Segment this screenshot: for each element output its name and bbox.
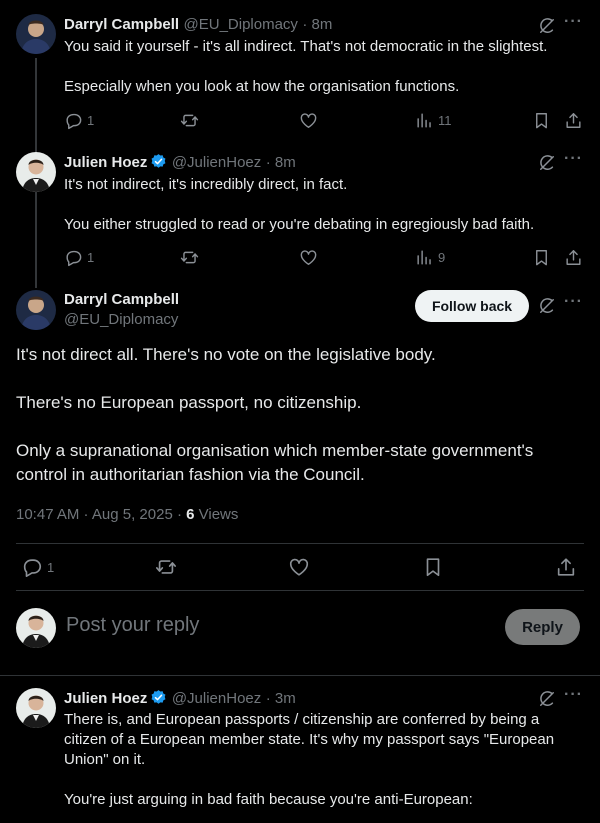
repost-icon xyxy=(180,111,199,130)
like-icon xyxy=(299,248,318,267)
post-text: It's not direct all. There's no vote on … xyxy=(16,345,534,484)
divider xyxy=(16,543,584,544)
repost-button[interactable] xyxy=(155,556,177,578)
bookmark-icon xyxy=(422,556,444,578)
divider xyxy=(16,590,584,591)
post-text: You said it yourself - it's all indirect… xyxy=(64,38,548,95)
share-button[interactable] xyxy=(564,248,583,267)
views-icon xyxy=(415,248,434,267)
more-options-icon[interactable]: ··· xyxy=(564,13,583,31)
share-icon xyxy=(564,111,583,130)
views-button[interactable]: 11 xyxy=(415,111,452,130)
post-timestamp[interactable]: 10:47 AM · Aug 5, 2025 · xyxy=(16,506,186,523)
reply-icon xyxy=(64,248,83,267)
repost-icon xyxy=(180,248,199,267)
like-icon xyxy=(299,111,318,130)
repost-button[interactable] xyxy=(180,111,199,130)
author-name[interactable]: Darryl Campbell xyxy=(64,291,179,308)
post-time[interactable]: · 3m xyxy=(266,690,296,707)
like-button[interactable] xyxy=(299,248,318,267)
avatar[interactable] xyxy=(16,688,56,728)
post-text: It's not indirect, it's incredibly direc… xyxy=(64,176,535,233)
views-count: 9 xyxy=(438,250,446,265)
bookmark-icon xyxy=(532,111,551,130)
reply-button[interactable]: 1 xyxy=(21,556,54,578)
author-handle[interactable]: @EU_Diplomacy xyxy=(184,16,298,33)
verified-badge-icon xyxy=(150,689,167,706)
follow-back-button[interactable]: Follow back xyxy=(415,290,529,322)
repost-icon xyxy=(155,556,177,578)
reply-input[interactable]: Post your reply xyxy=(66,614,199,637)
post-text: There is, and European passports / citiz… xyxy=(64,711,555,808)
reply-button[interactable]: 1 xyxy=(64,248,94,267)
bookmark-button[interactable] xyxy=(422,556,444,578)
author-name[interactable]: Julien Hoez xyxy=(64,690,147,707)
reply-icon xyxy=(21,556,43,578)
more-options-icon[interactable]: ··· xyxy=(564,150,583,168)
views-button[interactable]: 9 xyxy=(415,248,445,267)
avatar[interactable] xyxy=(16,14,56,54)
reply-button[interactable]: 1 xyxy=(64,111,94,130)
more-options-icon[interactable]: ··· xyxy=(564,686,583,704)
share-button[interactable] xyxy=(564,111,583,130)
views-count: 11 xyxy=(438,113,452,128)
post-time[interactable]: · 8m xyxy=(266,154,296,171)
post-time[interactable]: · 8m xyxy=(302,16,332,33)
reply-count: 1 xyxy=(47,559,55,575)
verified-badge-icon xyxy=(150,153,167,170)
share-button[interactable] xyxy=(555,556,577,578)
reply-count: 1 xyxy=(87,250,95,265)
reply-icon xyxy=(64,111,83,130)
share-icon xyxy=(564,248,583,267)
author-handle[interactable]: @JulienHoez xyxy=(172,154,261,171)
bookmark-icon xyxy=(532,248,551,267)
like-icon xyxy=(288,556,310,578)
bookmark-button[interactable] xyxy=(532,111,551,130)
reply-submit-button[interactable]: Reply xyxy=(505,609,580,645)
post-metadata: 10:47 AM · Aug 5, 2025 · 6 Views xyxy=(16,506,238,523)
author-handle[interactable]: @EU_Diplomacy xyxy=(64,311,178,328)
repost-button[interactable] xyxy=(180,248,199,267)
grok-icon[interactable] xyxy=(537,296,557,321)
author-name[interactable]: Julien Hoez xyxy=(64,154,147,171)
bookmark-button[interactable] xyxy=(532,248,551,267)
reply-count: 1 xyxy=(87,113,95,128)
avatar xyxy=(16,608,56,648)
views-icon xyxy=(415,111,434,130)
avatar[interactable] xyxy=(16,290,56,330)
author-name[interactable]: Darryl Campbell xyxy=(64,16,179,33)
avatar[interactable] xyxy=(16,152,56,192)
share-icon xyxy=(555,556,577,578)
more-options-icon[interactable]: ··· xyxy=(564,293,583,311)
like-button[interactable] xyxy=(288,556,310,578)
views-label: Views xyxy=(194,506,239,523)
like-button[interactable] xyxy=(299,111,318,130)
author-handle[interactable]: @JulienHoez xyxy=(172,690,261,707)
divider xyxy=(0,675,600,676)
